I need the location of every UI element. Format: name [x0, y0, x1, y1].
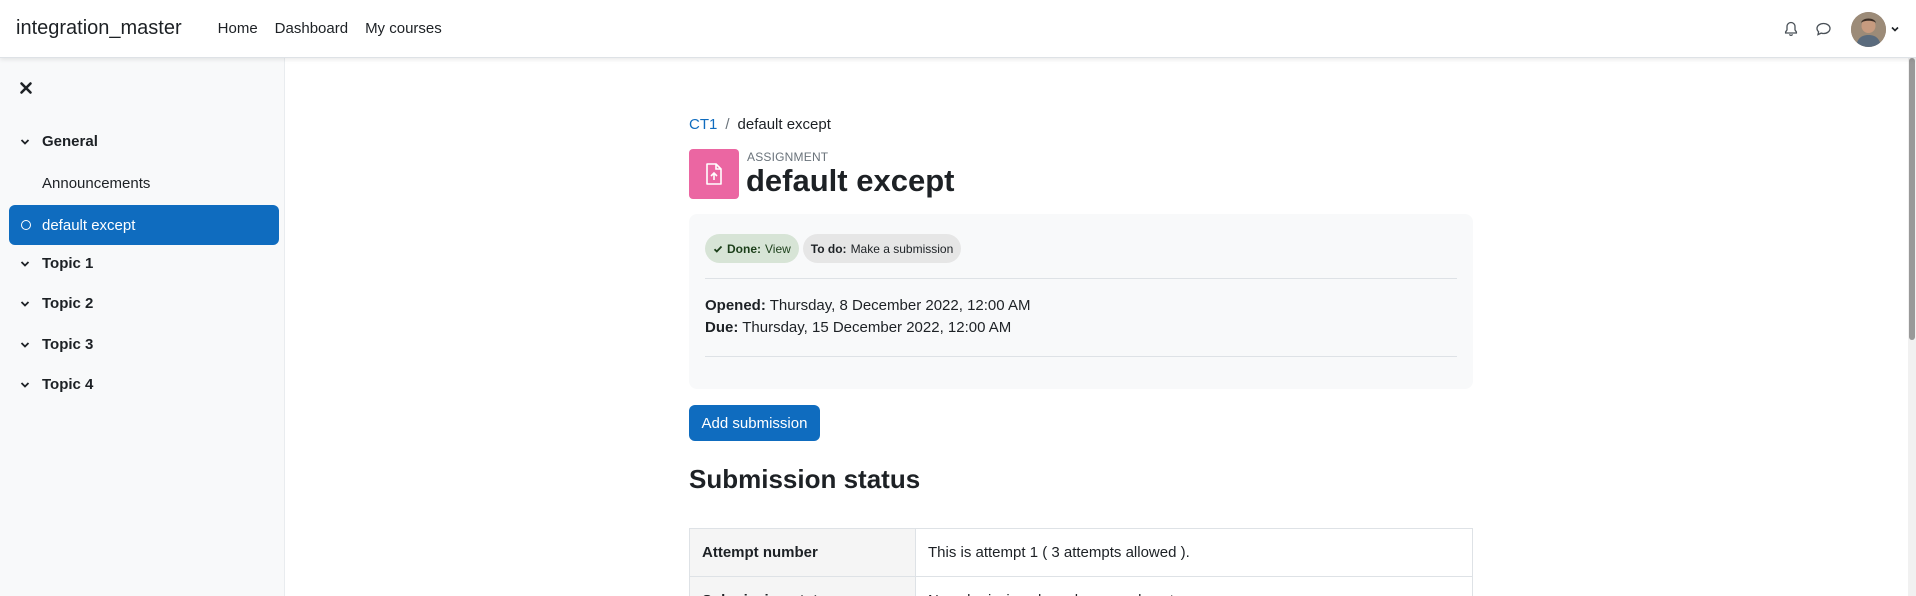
site-brand[interactable]: integration_master	[16, 17, 182, 40]
section-label: General	[42, 133, 98, 150]
avatar	[1851, 11, 1886, 47]
drawer-item-announcements[interactable]: Announcements	[42, 175, 150, 192]
section-topic-1[interactable]: Topic 1	[20, 255, 93, 272]
completion-badges: Done: View To do: Make a submission	[705, 234, 962, 263]
table-row: Attempt number This is attempt 1 ( 3 att…	[689, 528, 1473, 577]
section-label: Topic 3	[42, 336, 94, 353]
row-label: Submission status	[689, 576, 916, 596]
done-label: Done:	[727, 241, 761, 256]
top-navbar: integration_master Home Dashboard My cou…	[0, 0, 1916, 58]
chevron-down-icon	[20, 341, 30, 348]
row-value: This is attempt 1 ( 3 attempts allowed )…	[915, 528, 1473, 577]
row-value: No submissions have been made yet	[915, 576, 1473, 596]
due-label: Due:	[705, 319, 739, 336]
row-label: Attempt number	[689, 528, 916, 577]
todo-label: To do:	[810, 241, 847, 256]
navbar-right	[1781, 0, 1900, 58]
activity-info-box: Done: View To do: Make a submission Open…	[689, 214, 1473, 389]
nav-home[interactable]: Home	[218, 20, 258, 37]
opened-date: Opened: Thursday, 8 December 2022, 12:00…	[705, 295, 1030, 317]
opened-value: Thursday, 8 December 2022, 12:00 AM	[769, 297, 1031, 314]
assignment-icon	[689, 149, 739, 199]
breadcrumb-separator: /	[725, 116, 730, 133]
section-label: Topic 4	[42, 376, 94, 393]
todo-badge: To do: Make a submission	[802, 234, 962, 263]
breadcrumb: CT1 / default except	[689, 116, 831, 133]
chevron-down-icon	[1890, 21, 1900, 38]
breadcrumb-course[interactable]: CT1	[689, 116, 717, 133]
divider	[705, 278, 1457, 279]
activity-type: ASSIGNMENT	[747, 150, 829, 164]
activity-dates: Opened: Thursday, 8 December 2022, 12:00…	[705, 295, 1030, 339]
todo-text: Make a submission	[850, 241, 954, 256]
course-index-drawer: General Announcements default except Top…	[0, 58, 285, 596]
breadcrumb-current: default except	[737, 116, 831, 133]
section-general[interactable]: General	[20, 133, 98, 150]
page-title: default except	[746, 163, 955, 198]
chat-icon[interactable]	[1813, 19, 1833, 39]
section-label: Topic 2	[42, 295, 94, 312]
circle-icon	[21, 220, 31, 230]
submission-status-heading: Submission status	[689, 464, 921, 494]
close-icon[interactable]	[18, 80, 34, 96]
nav-my-courses[interactable]: My courses	[365, 20, 442, 37]
due-value: Thursday, 15 December 2022, 12:00 AM	[742, 319, 1012, 336]
section-topic-2[interactable]: Topic 2	[20, 295, 93, 312]
opened-label: Opened:	[705, 297, 766, 314]
divider	[705, 356, 1457, 357]
done-text: View	[765, 241, 791, 256]
done-badge: Done: View	[705, 234, 799, 263]
drawer-item-default-except[interactable]: default except	[9, 205, 279, 245]
chevron-down-icon	[20, 138, 30, 145]
submission-status-table: Attempt number This is attempt 1 ( 3 att…	[689, 528, 1473, 596]
chevron-down-icon	[20, 381, 30, 388]
bell-icon[interactable]	[1781, 19, 1801, 39]
drawer-item-label: default except	[42, 216, 136, 234]
table-row: Submission status No submissions have be…	[689, 576, 1473, 596]
add-submission-button[interactable]: Add submission	[689, 405, 820, 441]
scrollbar-thumb[interactable]	[1909, 58, 1915, 340]
section-topic-4[interactable]: Topic 4	[20, 376, 93, 393]
user-menu[interactable]	[1851, 11, 1900, 47]
section-label: Topic 1	[42, 255, 94, 272]
due-date: Due: Thursday, 15 December 2022, 12:00 A…	[705, 317, 1030, 339]
chevron-down-icon	[20, 260, 30, 267]
chevron-down-icon	[20, 300, 30, 307]
section-topic-3[interactable]: Topic 3	[20, 336, 93, 353]
nav-dashboard[interactable]: Dashboard	[275, 20, 348, 37]
page-scrollbar[interactable]	[1908, 58, 1916, 596]
check-icon	[713, 245, 723, 253]
